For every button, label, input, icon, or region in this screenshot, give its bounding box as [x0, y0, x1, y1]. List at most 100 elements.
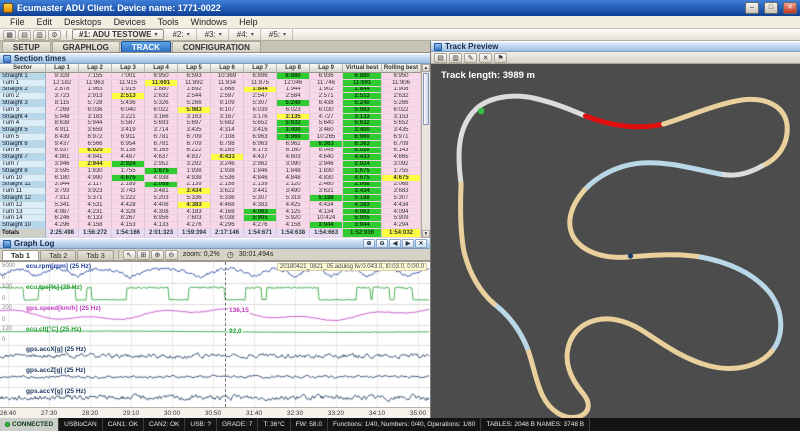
sector-time-cell[interactable]: 4:640	[310, 154, 343, 161]
sector-time-cell[interactable]: 2:913	[79, 93, 112, 100]
sector-time-cell[interactable]: 8:439	[46, 134, 79, 141]
sector-time-cell[interactable]: 3:416	[244, 127, 277, 134]
sector-time-cell[interactable]: 2:189	[112, 182, 145, 189]
sector-time-cell[interactable]: 7:108	[211, 134, 244, 141]
scrollbar-thumb[interactable]	[423, 73, 429, 125]
sector-time-cell[interactable]: 5:240	[343, 100, 382, 107]
sector-time-cell[interactable]: 3:292	[178, 161, 211, 168]
sector-time-cell[interactable]: 3:135	[277, 114, 310, 121]
sector-time-cell[interactable]: 5:682	[211, 120, 244, 127]
sector-time-cell[interactable]: 6:709	[178, 141, 211, 148]
sector-time-cell[interactable]: 2:139	[178, 182, 211, 189]
sector-time-cell[interactable]: 6:936	[310, 73, 343, 80]
sector-time-cell[interactable]: 12:182	[46, 80, 79, 87]
sector-time-cell[interactable]: 5:652	[244, 120, 277, 127]
sector-time-cell[interactable]: 4:981	[46, 154, 79, 161]
sector-time-cell[interactable]: 4:603	[277, 154, 310, 161]
sector-time-cell[interactable]: 4:637	[145, 154, 178, 161]
menu-help[interactable]: Help	[233, 17, 264, 27]
sector-time-cell[interactable]: 11:906	[382, 80, 421, 87]
sector-time-cell[interactable]: 4:434	[382, 202, 421, 209]
sector-time-cell[interactable]: 4:383	[244, 202, 277, 209]
sector-time-cell[interactable]: 10:369	[211, 73, 244, 80]
sector-time-cell[interactable]: 5:909	[382, 215, 421, 222]
sector-time-cell[interactable]: 4:231	[79, 209, 112, 216]
zoom-in-icon[interactable]: ⊕	[151, 250, 164, 260]
sector-time-cell[interactable]: 3:183	[79, 114, 112, 121]
sector-time-cell[interactable]: 1:944	[277, 87, 310, 94]
sector-time-cell[interactable]: 5:697	[178, 120, 211, 127]
menu-devices[interactable]: Devices	[108, 17, 152, 27]
sector-time-cell[interactable]: 6:045	[310, 148, 343, 155]
sector-time-cell[interactable]: 5:240	[277, 100, 310, 107]
sector-time-cell[interactable]: 1:755	[112, 168, 145, 175]
sector-time-cell[interactable]: 4:408	[145, 202, 178, 209]
sector-time-cell[interactable]: 1:908	[382, 87, 421, 94]
sector-time-cell[interactable]: 5:188	[343, 195, 382, 202]
sector-time-cell[interactable]: 3:944	[343, 222, 382, 229]
sector-time-cell[interactable]: 4:990	[79, 175, 112, 182]
sector-time-cell[interactable]: 1:844	[343, 87, 382, 94]
sector-time-cell[interactable]: 3:167	[211, 114, 244, 121]
menu-edit[interactable]: Edit	[31, 17, 59, 27]
sector-time-cell[interactable]: 5:632	[277, 120, 310, 127]
sector-time-cell[interactable]: 5:188	[310, 195, 343, 202]
sector-time-cell[interactable]: 1:848	[277, 168, 310, 175]
sector-time-cell[interactable]: 6:972	[79, 134, 112, 141]
sector-time-cell[interactable]: 5:652	[382, 120, 421, 127]
sector-time-cell[interactable]: 2:946	[310, 161, 343, 168]
sector-time-cell[interactable]: 3:481	[145, 188, 178, 195]
time-cursor[interactable]	[225, 262, 226, 407]
sector-time-cell[interactable]: 2:513	[343, 93, 382, 100]
close-button[interactable]: ✕	[783, 2, 797, 14]
sector-time-cell[interactable]: 2:460	[310, 182, 343, 189]
cursor-icon[interactable]: ↖	[123, 250, 136, 260]
sector-time-cell[interactable]: 3:163	[178, 114, 211, 121]
tab-track[interactable]: TRACK	[121, 41, 171, 52]
sector-time-cell[interactable]: 4:938	[145, 175, 178, 182]
sector-time-cell[interactable]: 5:983	[178, 107, 211, 114]
sector-time-cell[interactable]: 6:143	[382, 148, 421, 155]
sector-time-cell[interactable]: 4:134	[310, 209, 343, 216]
sector-time-cell[interactable]: 1:880	[145, 87, 178, 94]
sector-time-cell[interactable]: 4:276	[178, 222, 211, 229]
sector-time-cell[interactable]: 4:675	[382, 175, 421, 182]
sector-time-cell[interactable]: 1:938	[178, 168, 211, 175]
sector-time-cell[interactable]: 10:424	[310, 215, 343, 222]
sector-time-cell[interactable]: 1:830	[310, 168, 343, 175]
sector-time-cell[interactable]: 6:285	[211, 148, 244, 155]
sector-time-cell[interactable]: 4:428	[112, 202, 145, 209]
sector-time-cell[interactable]: 6:039	[244, 107, 277, 114]
save-track-icon[interactable]: ▥	[449, 53, 462, 63]
graph-chart-area[interactable]: 20180421_0821_05.adulog fw:0.043.0, t0:0…	[0, 261, 430, 407]
sector-time-cell[interactable]: 6:020	[343, 148, 382, 155]
sector-time-cell[interactable]: 4:665	[382, 154, 421, 161]
sector-time-cell[interactable]: 5:266	[382, 100, 421, 107]
column-header[interactable]: Rolling best	[382, 64, 421, 73]
sector-time-cell[interactable]: 4:911	[46, 127, 79, 134]
sector-time-cell[interactable]: 11:691	[343, 80, 382, 87]
sector-time-cell[interactable]: 4:434	[310, 202, 343, 209]
column-header[interactable]: Lap 7	[244, 64, 277, 73]
titlebar[interactable]: Ecumaster ADU Client. Device name: 1771-…	[0, 0, 800, 16]
sector-time-cell[interactable]: 5:319	[277, 195, 310, 202]
column-header[interactable]: Lap 8	[277, 64, 310, 73]
sector-time-cell[interactable]: 4:433	[343, 154, 382, 161]
sector-time-cell[interactable]: 6:960	[343, 134, 382, 141]
sector-time-cell[interactable]: 6:971	[382, 134, 421, 141]
sector-time-cell[interactable]: 4:531	[79, 202, 112, 209]
sector-time-cell[interactable]: 10:265	[310, 134, 343, 141]
scroll-up-icon[interactable]: ▲	[422, 64, 430, 72]
sector-time-cell[interactable]: 6:107	[211, 107, 244, 114]
sector-time-cell[interactable]: 4:846	[244, 175, 277, 182]
sector-time-cell[interactable]: 4:848	[277, 175, 310, 182]
sector-time-cell[interactable]: 2:571	[310, 93, 343, 100]
sector-time-cell[interactable]: 7:155	[79, 73, 112, 80]
sector-time-cell[interactable]: 3:090	[277, 161, 310, 168]
sector-time-cell[interactable]: 2:120	[277, 182, 310, 189]
sector-time-cell[interactable]: 6:880	[343, 73, 382, 80]
signal-traces-canvas[interactable]	[0, 262, 430, 407]
sector-time-cell[interactable]: 3:490	[277, 188, 310, 195]
sector-time-cell[interactable]: 11:834	[211, 80, 244, 87]
sector-time-cell[interactable]: 4:437	[244, 154, 277, 161]
